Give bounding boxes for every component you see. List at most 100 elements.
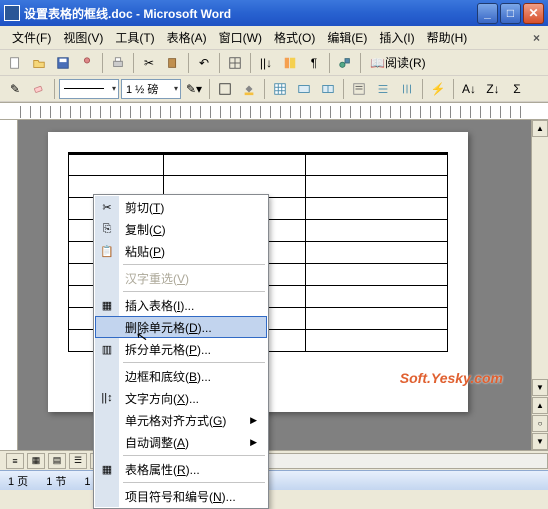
separator — [188, 53, 189, 73]
paste-button[interactable] — [162, 52, 184, 74]
separator — [453, 79, 454, 99]
menu-table[interactable]: 表格(A) — [161, 26, 213, 49]
document-map-button[interactable] — [279, 52, 301, 74]
split-cells-button[interactable] — [317, 78, 339, 100]
open-button[interactable] — [28, 52, 50, 74]
status-page: 1 页 — [8, 473, 28, 489]
reading-layout-button[interactable]: 📖 阅读(R) — [365, 52, 431, 74]
vertical-scrollbar[interactable]: ▲ ▼ ▲ ○ ▼ — [531, 120, 548, 450]
word-app-icon — [4, 5, 20, 21]
context-menu-separator — [123, 264, 265, 265]
cut-icon: ✂ — [99, 199, 115, 215]
context-menu-separator — [123, 455, 265, 456]
distribute-rows-button[interactable] — [372, 78, 394, 100]
outline-view-button[interactable]: ☰ — [69, 453, 87, 469]
menu-insert[interactable]: 插入(I) — [373, 26, 420, 49]
context-menu-separator — [123, 482, 265, 483]
context-menu-item[interactable]: 单元格对齐方式(G)▶ — [95, 409, 267, 431]
normal-view-button[interactable]: ≡ — [6, 453, 24, 469]
separator — [343, 79, 344, 99]
close-button[interactable]: ✕ — [523, 3, 544, 24]
web-view-button[interactable]: ▦ — [27, 453, 45, 469]
menu-item-label: 表格属性(R)... — [125, 461, 200, 478]
menu-view[interactable]: 视图(V) — [57, 26, 109, 49]
menu-item-label: 项目符号和编号(N)... — [125, 488, 236, 505]
menu-window[interactable]: 窗口(W) — [213, 26, 268, 49]
insert-table-button[interactable] — [269, 78, 291, 100]
menu-item-label: 删除单元格(D)... — [125, 319, 212, 336]
menu-item-label: 汉字重选(V) — [125, 270, 189, 287]
context-menu-item[interactable]: 自动调整(A)▶ — [95, 431, 267, 453]
minimize-button[interactable]: _ — [477, 3, 498, 24]
menu-format[interactable]: 格式(O) — [268, 26, 321, 49]
autosum-button[interactable]: Σ — [506, 78, 528, 100]
standard-toolbar: ✂ ↶ ||↓ ¶ 📖 阅读(R) — [0, 50, 548, 76]
separator — [422, 79, 423, 99]
textdir-icon: ||↕ — [99, 390, 115, 406]
permission-button[interactable] — [76, 52, 98, 74]
close-document-button[interactable]: × — [529, 31, 544, 45]
drawing-button[interactable] — [334, 52, 356, 74]
undo-button[interactable]: ↶ — [193, 52, 215, 74]
context-menu-item[interactable]: 项目符号和编号(N)... — [95, 485, 267, 507]
print-view-button[interactable]: ▤ — [48, 453, 66, 469]
horizontal-ruler[interactable] — [0, 102, 548, 120]
menubar: 文件(F) 视图(V) 工具(T) 表格(A) 窗口(W) 格式(O) 编辑(E… — [0, 26, 548, 50]
maximize-button[interactable]: □ — [500, 3, 521, 24]
cut-button[interactable]: ✂ — [138, 52, 160, 74]
context-menu-item[interactable]: 删除单元格(D)... — [95, 316, 267, 338]
eraser-button[interactable] — [28, 78, 50, 100]
sort-desc-button[interactable]: Z↓ — [482, 78, 504, 100]
context-menu-item[interactable]: ▦ 表格属性(R)... — [95, 458, 267, 480]
line-weight-dropdown[interactable]: 1 ½ 磅 — [121, 79, 181, 99]
tableprops-icon: ▦ — [99, 461, 115, 477]
vertical-ruler[interactable] — [0, 120, 18, 450]
document-workspace: Soft.Yesky.com ▲ ▼ ▲ ○ ▼ — [0, 120, 548, 450]
menu-item-label: 插入表格(I)... — [125, 297, 194, 314]
context-menu-item[interactable]: ▥拆分单元格(P)... — [95, 338, 267, 360]
separator — [54, 79, 55, 99]
context-menu-item[interactable]: ▦插入表格(I)... — [95, 294, 267, 316]
context-menu-item[interactable]: ||↕ 文字方向(X)... — [95, 387, 267, 409]
outside-border-button[interactable] — [214, 78, 236, 100]
merge-cells-button[interactable] — [293, 78, 315, 100]
menu-help[interactable]: 帮助(H) — [421, 26, 474, 49]
menu-tools[interactable]: 工具(T) — [109, 26, 160, 49]
context-menu-item[interactable]: 边框和底纹(B)... — [95, 365, 267, 387]
prev-page-button[interactable]: ▲ — [532, 397, 548, 414]
sort-asc-button[interactable]: A↓ — [458, 78, 480, 100]
distribute-cols-button[interactable] — [396, 78, 418, 100]
scroll-down-button[interactable]: ▼ — [532, 379, 548, 396]
draw-table-button[interactable]: ✎ — [4, 78, 26, 100]
menu-item-label: 粘贴(P) — [125, 243, 165, 260]
tables-borders-button[interactable] — [224, 52, 246, 74]
autoformat-button[interactable]: ⚡ — [427, 78, 449, 100]
table-context-menu: ✂剪切(T)⎘复制(C)📋粘贴(P)汉字重选(V)▦插入表格(I)...删除单元… — [93, 194, 269, 509]
window-title: 设置表格的框线.doc - Microsoft Word — [24, 5, 477, 22]
menu-item-label: 拆分单元格(P)... — [125, 341, 211, 358]
border-color-button[interactable]: ✎▾ — [183, 78, 205, 100]
browse-object-button[interactable]: ○ — [532, 415, 548, 432]
line-style-dropdown[interactable] — [59, 79, 119, 99]
context-menu-item[interactable]: 📋粘贴(P) — [95, 240, 267, 262]
next-page-button[interactable]: ▼ — [532, 433, 548, 450]
menu-file[interactable]: 文件(F) — [6, 26, 57, 49]
menu-item-label: 文字方向(X)... — [125, 390, 199, 407]
show-formatting-button[interactable]: ¶ — [303, 52, 325, 74]
context-menu-item[interactable]: ✂剪切(T) — [95, 196, 267, 218]
context-menu-separator — [123, 291, 265, 292]
context-menu-separator — [123, 362, 265, 363]
print-button[interactable] — [107, 52, 129, 74]
menu-edit[interactable]: 编辑(E) — [321, 26, 373, 49]
submenu-arrow-icon: ▶ — [250, 437, 257, 448]
separator — [102, 53, 103, 73]
shading-color-button[interactable] — [238, 78, 260, 100]
show-marks-button[interactable]: ||↓ — [255, 52, 277, 74]
context-menu-item[interactable]: ⎘复制(C) — [95, 218, 267, 240]
save-button[interactable] — [52, 52, 74, 74]
new-doc-button[interactable] — [4, 52, 26, 74]
window-controls: _ □ ✕ — [477, 3, 544, 24]
menu-item-label: 复制(C) — [125, 221, 166, 238]
scroll-up-button[interactable]: ▲ — [532, 120, 548, 137]
align-button[interactable] — [348, 78, 370, 100]
